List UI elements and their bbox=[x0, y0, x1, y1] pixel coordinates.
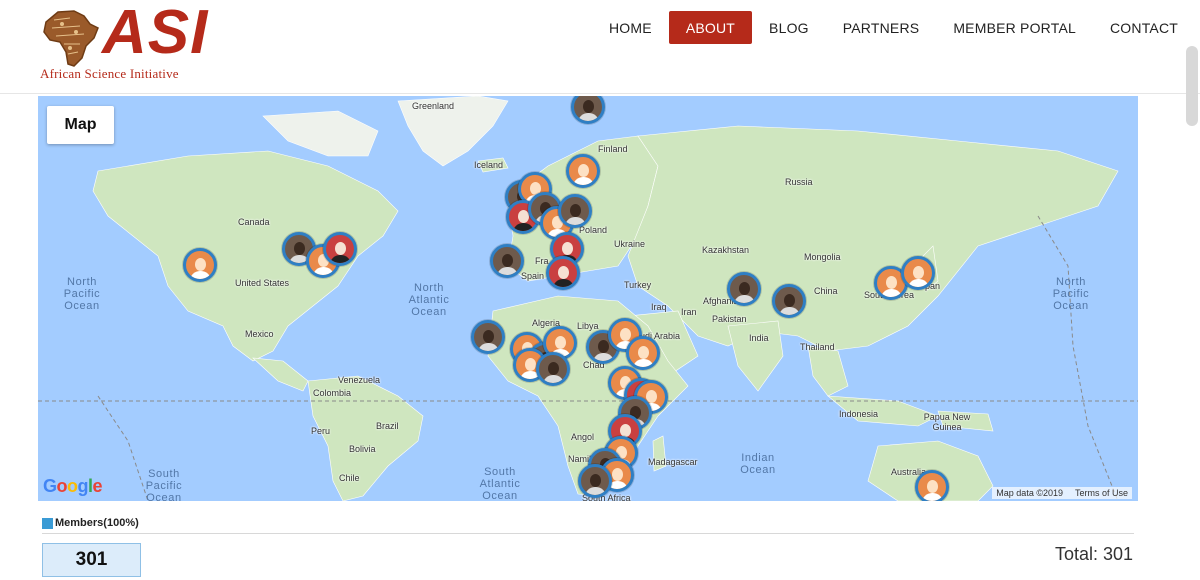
member-marker-icon[interactable] bbox=[546, 256, 580, 290]
member-marker-icon[interactable] bbox=[471, 320, 505, 354]
label-thailand: Thailand bbox=[800, 342, 835, 352]
member-marker-icon[interactable] bbox=[727, 272, 761, 306]
members-map[interactable]: Map Greenland Iceland Finland Russia Can… bbox=[38, 96, 1138, 501]
label-south-pacific: South Pacific Ocean bbox=[145, 468, 183, 501]
legend-swatch bbox=[42, 517, 53, 529]
label-canada: Canada bbox=[238, 217, 270, 227]
label-russia: Russia bbox=[785, 177, 813, 187]
label-ukraine: Ukraine bbox=[614, 239, 646, 249]
nav-member-portal[interactable]: MEMBER PORTAL bbox=[936, 11, 1093, 44]
label-spain: Spain bbox=[521, 271, 545, 281]
label-finland: Finland bbox=[598, 144, 628, 154]
label-north-pacific-left: North Pacific Ocean bbox=[63, 276, 101, 312]
member-marker-icon[interactable] bbox=[915, 470, 949, 501]
member-marker-icon[interactable] bbox=[566, 154, 600, 188]
nav-contact[interactable]: CONTACT bbox=[1093, 11, 1195, 44]
member-marker-icon[interactable] bbox=[323, 232, 357, 266]
google-logo: Google bbox=[43, 476, 103, 496]
label-iran: Iran bbox=[681, 307, 697, 317]
label-pakistan: Pakistan bbox=[712, 314, 747, 324]
label-france: Fra bbox=[535, 256, 549, 266]
member-marker-icon[interactable] bbox=[626, 336, 660, 370]
label-south-atlantic: South Atlantic Ocean bbox=[479, 466, 521, 501]
stats-divider bbox=[42, 533, 1134, 534]
label-madagascar: Madagascar bbox=[648, 457, 698, 467]
map-attribution: Map data ©2019 Terms of Use bbox=[992, 487, 1132, 499]
label-china: China bbox=[814, 286, 838, 296]
member-marker-icon[interactable] bbox=[490, 244, 524, 278]
label-indonesia: Indonesia bbox=[839, 409, 879, 419]
nav-partners[interactable]: PARTNERS bbox=[826, 11, 937, 44]
label-united-states: United States bbox=[235, 278, 290, 288]
asi-logo[interactable]: ASI African Science Initiative bbox=[40, 2, 240, 86]
nav-blog[interactable]: BLOG bbox=[752, 11, 826, 44]
members-legend: Members(100%) bbox=[42, 517, 139, 529]
nav-home[interactable]: HOME bbox=[592, 11, 669, 44]
member-marker-icon[interactable] bbox=[183, 248, 217, 282]
member-marker-icon[interactable] bbox=[558, 194, 592, 228]
label-mongolia: Mongolia bbox=[804, 252, 841, 262]
logo-tagline: African Science Initiative bbox=[40, 66, 179, 81]
label-venezuela: Venezuela bbox=[338, 375, 381, 385]
main-nav: HOME ABOUT BLOG PARTNERS MEMBER PORTAL CONTAC… bbox=[592, 11, 1195, 45]
member-count-box: 301 bbox=[42, 543, 141, 577]
nav-about[interactable]: ABOUT bbox=[668, 11, 753, 44]
label-kazakhstan: Kazakhstan bbox=[702, 245, 750, 255]
label-north-atlantic: North Atlantic Ocean bbox=[408, 282, 450, 318]
map-type-button[interactable]: Map bbox=[47, 106, 114, 144]
label-chile: Chile bbox=[339, 473, 360, 483]
terms-link[interactable]: Terms of Use bbox=[1075, 488, 1128, 498]
site-header: ASI African Science Initiative HOME ABOUT… bbox=[0, 0, 1200, 94]
member-marker-icon[interactable] bbox=[901, 256, 935, 290]
label-turkey: Turkey bbox=[624, 280, 652, 290]
label-papua: Papua New Guinea bbox=[923, 412, 971, 432]
total-count: Total: 301 bbox=[1054, 544, 1133, 564]
label-angola: Angol bbox=[571, 432, 595, 442]
label-colombia: Colombia bbox=[313, 388, 352, 398]
label-peru: Peru bbox=[311, 426, 331, 436]
label-iceland: Iceland bbox=[474, 160, 504, 170]
member-marker-icon[interactable] bbox=[536, 352, 570, 386]
map-data-credit: Map data ©2019 bbox=[996, 488, 1063, 498]
label-poland: Poland bbox=[579, 225, 608, 235]
member-marker-icon[interactable] bbox=[578, 464, 612, 498]
label-brazil: Brazil bbox=[376, 421, 399, 431]
label-libya: Libya bbox=[577, 321, 599, 331]
page-scrollbar[interactable] bbox=[1186, 46, 1198, 126]
label-mexico: Mexico bbox=[245, 329, 274, 339]
label-greenland: Greenland bbox=[412, 101, 455, 111]
label-indian-ocean: Indian Ocean bbox=[740, 452, 776, 476]
africa-map-logo-icon bbox=[43, 10, 99, 67]
label-iraq: Iraq bbox=[651, 302, 667, 312]
label-north-pacific-right: North Pacific Ocean bbox=[1052, 276, 1090, 312]
legend-label: Members(100%) bbox=[55, 517, 139, 529]
label-bolivia: Bolivia bbox=[349, 444, 376, 454]
member-marker-icon[interactable] bbox=[772, 284, 806, 318]
logo-asi-text: ASI bbox=[102, 0, 209, 67]
label-india: India bbox=[749, 333, 769, 343]
